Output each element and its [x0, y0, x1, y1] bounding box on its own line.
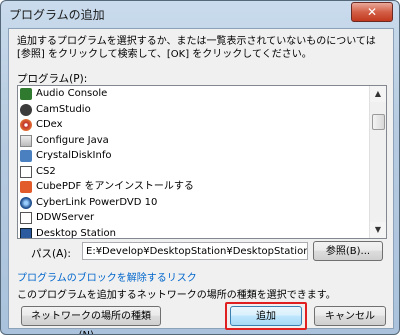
audio-console-icon: [20, 88, 32, 100]
cdex-icon: [20, 119, 32, 131]
list-item[interactable]: Configure Java: [18, 133, 369, 149]
list-item[interactable]: CubePDF をアンインストールする: [18, 179, 369, 195]
dialog-body: 追加するプログラムを選択するか、または一覧表示されていないものについては [参照…: [8, 28, 394, 334]
scroll-down-arrow-icon[interactable]: ▼: [370, 222, 386, 238]
network-location-type-button[interactable]: ネットワークの場所の種類(N)...: [21, 306, 161, 334]
list-item[interactable]: CrystalDiskInfo: [18, 148, 369, 164]
browse-button[interactable]: 参照(B)...: [313, 241, 383, 261]
scroll-up-arrow-icon[interactable]: ▲: [370, 86, 386, 102]
app-icon: [20, 212, 32, 224]
powerdvd-icon: [20, 196, 32, 209]
list-item-label: Configure Java: [36, 134, 109, 146]
instruction-text: 追加するプログラムを選択するか、または一覧表示されていないものについては [参照…: [17, 36, 376, 60]
list-item-label: CyberLink PowerDVD 10: [36, 196, 158, 208]
dialog-title: プログラムの追加: [9, 8, 105, 22]
list-item-label: DDWServer: [36, 212, 95, 223]
list-item-label: CrystalDiskInfo: [36, 150, 112, 161]
network-location-text: このプログラムを追加するネットワークの場所の種類を選択できます。: [17, 290, 336, 301]
list-item-label: Audio Console: [36, 88, 108, 99]
app-icon: [20, 165, 32, 178]
list-item[interactable]: DDWServer: [18, 210, 369, 226]
cubepdf-icon: [20, 181, 32, 193]
program-list-items: Audio Console CamStudio CDex Configure J…: [18, 86, 369, 239]
list-item-selected[interactable]: Desktop Station: [18, 226, 369, 239]
unblock-risk-link[interactable]: プログラムのブロックを解除するリスク: [17, 269, 197, 284]
add-button[interactable]: 追加: [230, 306, 302, 326]
add-program-dialog: プログラムの追加 ✕ 追加するプログラムを選択するか、または一覧表示されていない…: [0, 0, 400, 335]
list-item[interactable]: CyberLink PowerDVD 10: [18, 195, 369, 211]
list-item[interactable]: CDex: [18, 117, 369, 133]
title-bar: プログラムの追加 ✕: [1, 1, 399, 27]
camstudio-icon: [20, 103, 32, 116]
crystaldiskinfo-icon: [20, 150, 32, 162]
list-item-label: CamStudio: [36, 103, 91, 115]
close-button[interactable]: ✕: [351, 2, 393, 22]
java-icon: [20, 134, 32, 147]
list-item[interactable]: CamStudio: [18, 102, 369, 118]
path-field[interactable]: E:¥Develop¥DesktopStation¥DesktopStation…: [82, 242, 308, 260]
list-item[interactable]: CS2: [18, 164, 369, 180]
list-item-label: CubePDF をアンインストールする: [36, 181, 194, 192]
path-label: パス(A):: [31, 248, 71, 260]
list-item-label: Desktop Station: [36, 227, 116, 239]
scroll-thumb[interactable]: [372, 114, 385, 130]
list-item[interactable]: Audio Console: [18, 86, 369, 102]
list-item-label: CDex: [36, 119, 63, 130]
cancel-button[interactable]: キャンセル: [314, 306, 386, 326]
programs-label: プログラム(P):: [17, 73, 88, 85]
list-scrollbar[interactable]: ▲ ▼: [369, 86, 386, 238]
desktop-station-icon: [20, 227, 32, 238]
program-list[interactable]: Audio Console CamStudio CDex Configure J…: [17, 85, 387, 239]
list-item-label: CS2: [36, 165, 56, 177]
close-icon: ✕: [366, 5, 378, 19]
